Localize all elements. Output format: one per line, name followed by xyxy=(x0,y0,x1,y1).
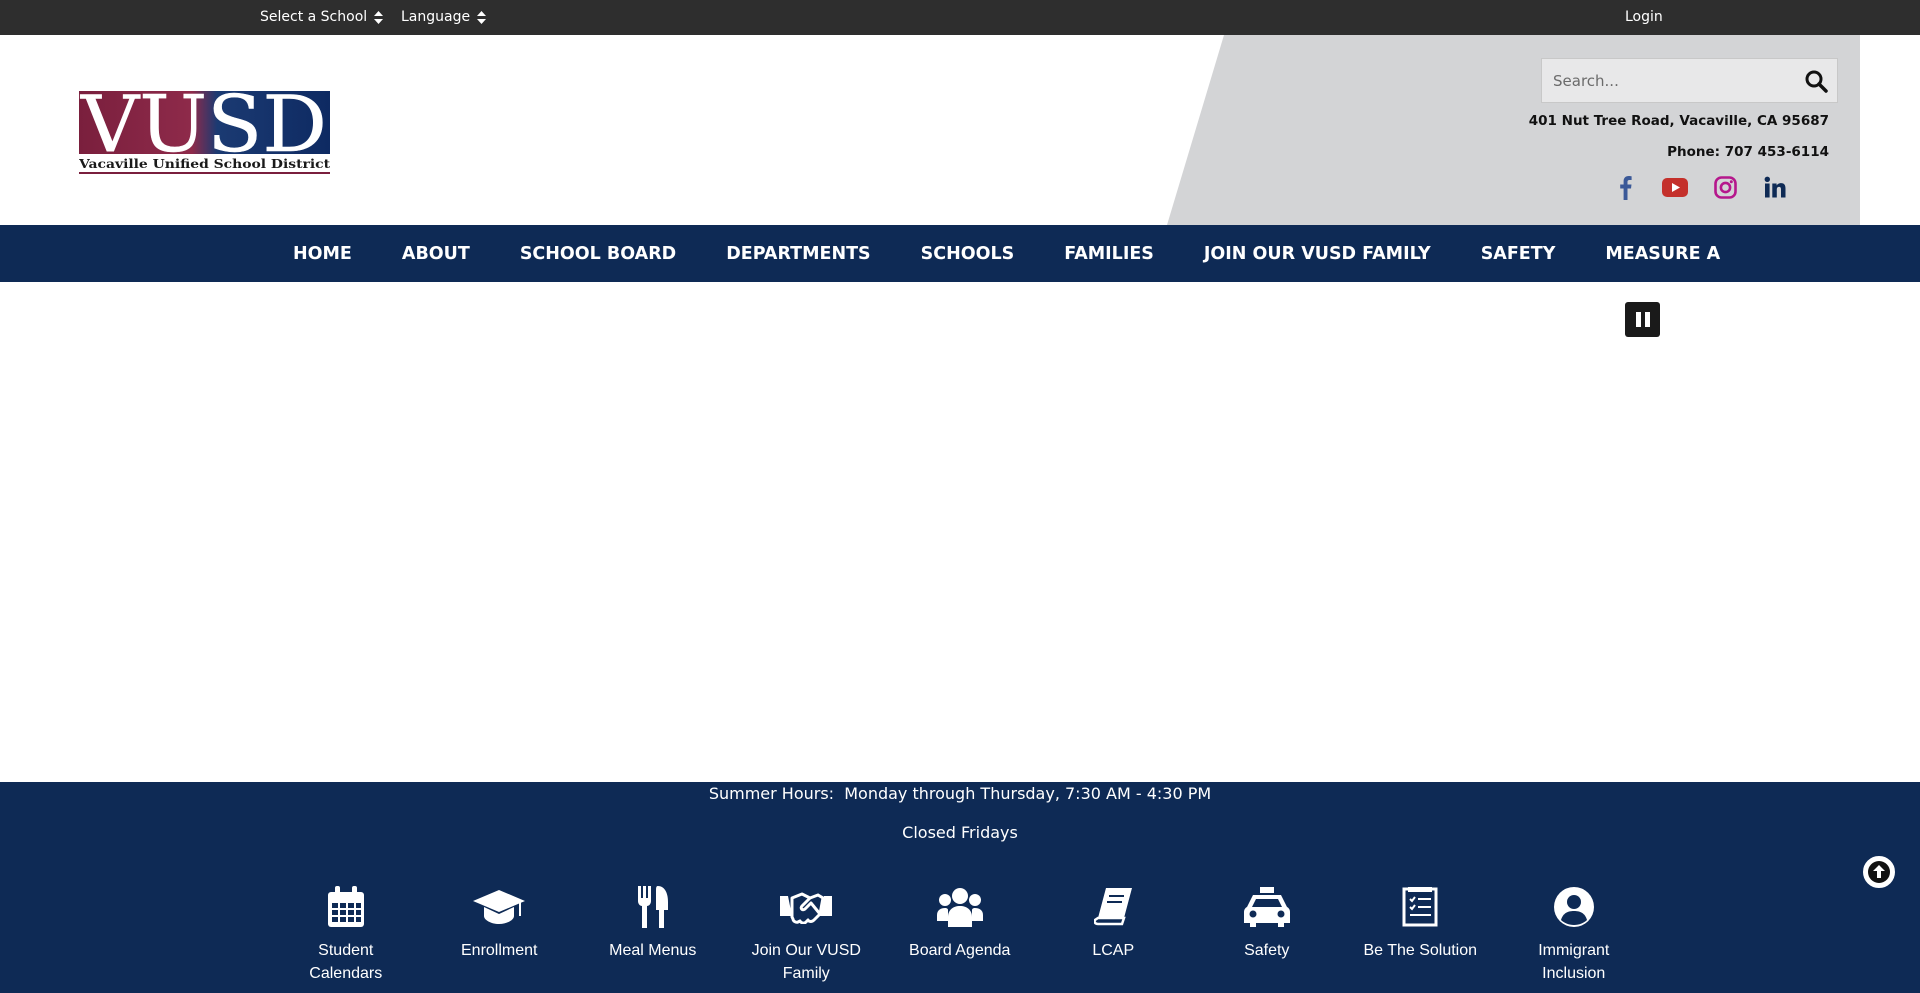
svg-text:Vacaville Unified School Distr: Vacaville Unified School District xyxy=(79,156,330,171)
login-link[interactable]: Login xyxy=(1625,9,1663,25)
quick-link-label: Immigrant Inclusion xyxy=(1538,942,1610,982)
facebook-icon[interactable] xyxy=(1600,171,1650,203)
quick-link-label: Be The Solution xyxy=(1363,942,1478,959)
slideshow-pause-button[interactable] xyxy=(1625,302,1660,337)
nav-item-join-our-vusd-family[interactable]: JOIN OUR VUSD FAMILY xyxy=(1179,244,1456,264)
nav-item-families[interactable]: FAMILIES xyxy=(1039,244,1179,264)
language-label: Language xyxy=(401,9,471,25)
quick-link-immigrant-inclusion[interactable]: Immigrant Inclusion xyxy=(1497,885,1651,985)
closed-days: Closed Fridays xyxy=(902,823,1018,842)
vusd-logo[interactable]: VUSD Vacaville Unified School District xyxy=(79,91,330,175)
linkedin-icon[interactable] xyxy=(1750,171,1800,203)
quick-link-label: Join Our VUSD Family xyxy=(751,942,861,982)
language-dropdown[interactable]: Language xyxy=(401,9,487,25)
quick-link-label: LCAP xyxy=(1092,942,1135,959)
taxi-icon xyxy=(1243,887,1290,927)
site-footer: Summer Hours: Monday through Thursday, 7… xyxy=(0,782,1920,993)
quick-link-safety[interactable]: Safety xyxy=(1190,885,1344,985)
handshake-icon xyxy=(780,892,833,924)
quick-link-student-calendars[interactable]: Student Calendars xyxy=(269,885,423,985)
quick-link-label: Safety xyxy=(1244,942,1290,959)
quick-link-label: Student Calendars xyxy=(309,942,383,982)
district-phone: Phone: 707 453-6114 xyxy=(1667,144,1829,160)
utensils-icon xyxy=(637,886,668,928)
quick-link-join-our-vusd-family[interactable]: Join Our VUSD Family xyxy=(730,885,884,985)
book-icon xyxy=(1094,888,1133,926)
users-icon xyxy=(936,888,983,927)
search-box xyxy=(1541,58,1838,103)
summer-hours: Summer Hours: Monday through Thursday, 7… xyxy=(708,784,1212,803)
pause-icon-bar xyxy=(1644,312,1650,327)
utility-bar: Select a School Language Login xyxy=(0,0,1920,35)
social-links xyxy=(1600,171,1800,203)
nav-item-school-board[interactable]: SCHOOL BOARD xyxy=(495,244,701,264)
district-address: 401 Nut Tree Road, Vacaville, CA 95687 xyxy=(1528,113,1829,129)
nav-item-home[interactable]: HOME xyxy=(268,244,377,264)
quick-link-be-the-solution[interactable]: Be The Solution xyxy=(1344,885,1498,985)
quick-link-label: Board Agenda xyxy=(909,942,1011,959)
search-icon[interactable] xyxy=(1804,69,1828,93)
quick-links: Student Calendars Enrollment Meal Menus … xyxy=(269,885,1651,985)
user-circle-icon xyxy=(1553,887,1594,927)
site-header: VUSD Vacaville Unified School District 4… xyxy=(0,35,1920,225)
nav-item-safety[interactable]: SAFETY xyxy=(1456,244,1581,264)
nav-item-about[interactable]: ABOUT xyxy=(377,244,495,264)
quick-link-label: Enrollment xyxy=(461,942,538,959)
nav-item-measure-a[interactable]: MEASURE A xyxy=(1580,244,1745,264)
sort-icon xyxy=(477,10,487,24)
checklist-icon xyxy=(1402,887,1438,927)
select-school-label: Select a School xyxy=(260,9,368,25)
quick-link-label: Meal Menus xyxy=(609,942,697,959)
select-school-dropdown[interactable]: Select a School xyxy=(260,9,384,25)
quick-link-board-agenda[interactable]: Board Agenda xyxy=(883,885,1037,985)
calendar-icon xyxy=(327,886,364,927)
youtube-icon[interactable] xyxy=(1650,171,1700,203)
graduation-cap-icon xyxy=(473,890,526,924)
arrow-up-icon xyxy=(1868,861,1890,883)
quick-link-lcap[interactable]: LCAP xyxy=(1037,885,1191,985)
nav-item-schools[interactable]: SCHOOLS xyxy=(896,244,1040,264)
pause-icon-bar xyxy=(1635,312,1641,327)
sort-icon xyxy=(374,10,384,24)
quick-link-meal-menus[interactable]: Meal Menus xyxy=(576,885,730,985)
instagram-icon[interactable] xyxy=(1700,171,1750,203)
main-navigation: HOME ABOUT SCHOOL BOARD DEPARTMENTS SCHO… xyxy=(0,225,1920,282)
back-to-top-button[interactable] xyxy=(1861,854,1897,890)
nav-item-departments[interactable]: DEPARTMENTS xyxy=(701,244,895,264)
search-input[interactable] xyxy=(1542,59,1792,102)
quick-link-enrollment[interactable]: Enrollment xyxy=(423,885,577,985)
